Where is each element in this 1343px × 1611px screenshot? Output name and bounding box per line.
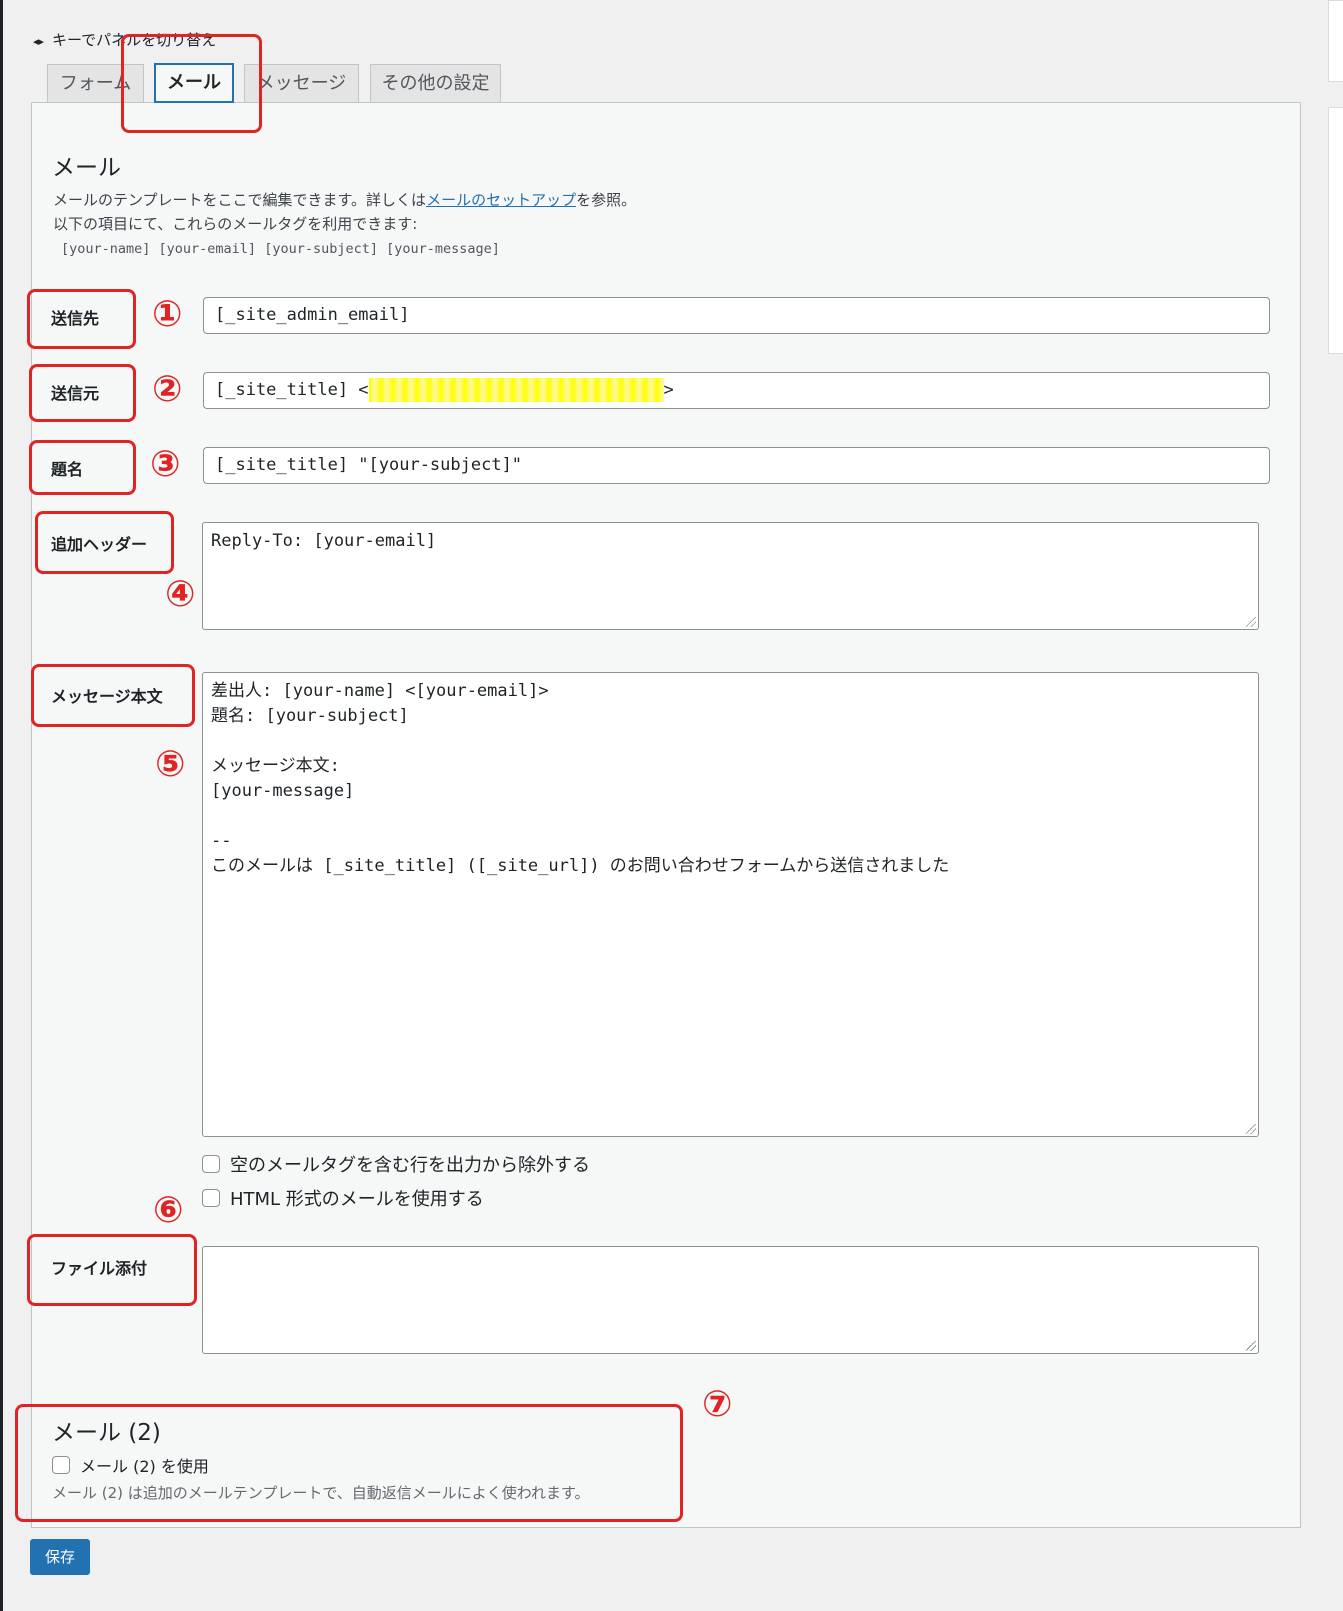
use-html-checkbox[interactable] (202, 1189, 220, 1207)
annotation-box-tab (121, 34, 262, 133)
annotation-box (31, 664, 195, 727)
mail-tags-list: [your-name] [your-email] [your-subject] … (61, 241, 500, 257)
from-value: [_site_title] < (215, 380, 369, 400)
to-input[interactable]: [_site_admin_email] (203, 297, 1270, 334)
from-input[interactable]: [_site_title] < > (203, 372, 1270, 409)
exclude-blank-option[interactable]: 空のメールタグを含む行を出力から除外する (202, 1151, 590, 1177)
annotation-marker-4: ④ (165, 574, 196, 615)
resize-grip-icon[interactable] (1246, 1341, 1256, 1351)
exclude-blank-checkbox[interactable] (202, 1155, 220, 1173)
use-mail2-option[interactable]: メール (2) を使用 (52, 1453, 209, 1477)
checkbox-label: 空のメールタグを含む行を出力から除外する (230, 1155, 590, 1176)
use-mail2-checkbox[interactable] (52, 1456, 70, 1474)
resize-grip-icon[interactable] (1246, 617, 1256, 627)
checkbox-label: HTML 形式のメールを使用する (230, 1189, 484, 1210)
annotation-marker-2: ② (152, 369, 183, 410)
checkbox-label: メール (2) を使用 (80, 1457, 209, 1476)
annotation-marker-3: ③ (150, 444, 181, 485)
description-text: メールのテンプレートをここで編集できます。詳しくは (53, 191, 427, 209)
annotation-box (27, 289, 136, 349)
annotation-box (35, 511, 174, 574)
annotation-marker-7: ⑦ (702, 1384, 733, 1425)
mail-setup-link[interactable]: メールのセットアップ (426, 191, 576, 209)
description-text: を参照。 (576, 191, 637, 209)
annotation-marker-1: ① (152, 294, 183, 335)
message-body-textarea[interactable]: 差出人: [your-name] <[your-email]> 題名: [you… (202, 672, 1259, 1137)
annotation-marker-5: ⑤ (155, 744, 186, 785)
additional-headers-textarea[interactable]: Reply-To: [your-email] (202, 522, 1259, 630)
side-panel-fragment (1328, 0, 1343, 82)
annotation-marker-6: ⑥ (153, 1190, 184, 1231)
annotation-box (29, 364, 136, 422)
tab-additional-settings[interactable]: その他の設定 (370, 64, 501, 102)
save-button[interactable]: 保存 (30, 1539, 90, 1575)
annotation-box (27, 1234, 197, 1306)
mail2-heading: メール (2) (52, 1420, 161, 1446)
redacted-email-highlight (368, 378, 664, 402)
file-attachments-textarea[interactable] (202, 1246, 1259, 1354)
tab-label: その他の設定 (381, 73, 490, 94)
headers-value: Reply-To: [your-email] (211, 531, 437, 551)
side-panel-fragment (1328, 107, 1343, 354)
arrow-keys-icon: ◂▸ (33, 35, 45, 48)
mail-tags-intro: 以下の項目にて、これらのメールタグを利用できます: (53, 215, 418, 233)
mail-heading: メール (52, 155, 121, 181)
annotation-box (29, 440, 136, 495)
mail2-description: メール (2) は追加のメールテンプレートで、自動返信メールによく使われます。 (52, 1484, 590, 1502)
tab-label: メッセージ (256, 73, 347, 94)
body-value: 差出人: [your-name] <[your-email]> 題名: [you… (211, 681, 950, 876)
use-html-option[interactable]: HTML 形式のメールを使用する (202, 1185, 484, 1211)
resize-grip-icon[interactable] (1246, 1124, 1256, 1134)
mail-description: メールのテンプレートをここで編集できます。詳しくはメールのセットアップを参照。 (53, 189, 636, 210)
admin-sidebar-edge (0, 0, 3, 1611)
from-value: > (663, 380, 674, 400)
subject-input[interactable]: [_site_title] "[your-subject]" (203, 447, 1270, 484)
